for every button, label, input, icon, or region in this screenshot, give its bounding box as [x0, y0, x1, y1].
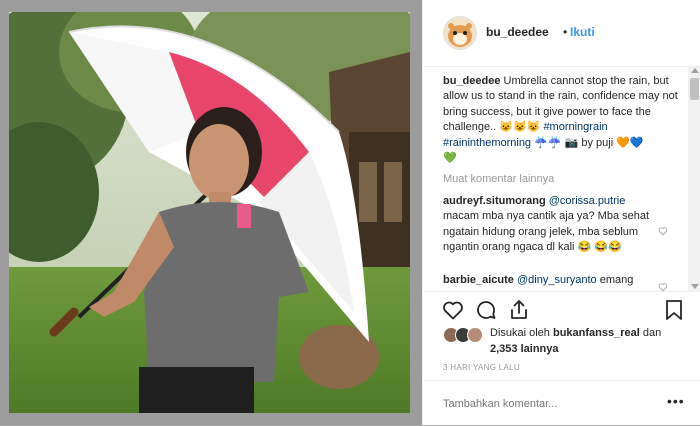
post-header: bu_deedee • Ikuti: [423, 0, 700, 67]
likes-prefix: Disukai oleh: [490, 327, 550, 339]
liker-avatars: [443, 327, 487, 343]
liker-avatar[interactable]: [467, 327, 483, 343]
comment-like-heart-icon[interactable]: [658, 282, 668, 291]
hashtag-raininthemorning[interactable]: #raininthemorning: [443, 137, 531, 149]
caption-emoji-cats: 😺😺😺: [499, 121, 541, 134]
post-timestamp[interactable]: 3 HARI YANG LALU: [443, 363, 520, 372]
header-separator: •: [563, 25, 568, 39]
caption-username[interactable]: bu_deedee: [443, 75, 500, 87]
hashtag-morningrain[interactable]: #morningrain: [543, 121, 607, 133]
comment-like-heart-icon[interactable]: [658, 226, 668, 236]
comment-mention[interactable]: @corissa.putrie: [549, 195, 626, 207]
caption-emoji-heart-orange: 🧡: [616, 136, 630, 149]
post-photo[interactable]: [9, 12, 410, 413]
scroll-thumb[interactable]: [690, 78, 699, 100]
comments-list[interactable]: bu_deedee Umbrella cannot stop the rain,…: [423, 66, 688, 291]
post-modal: bu_deedee • Ikuti bu_deedee Umbrella can…: [0, 0, 700, 425]
caption-by-text: by puji: [581, 136, 614, 149]
load-more-comments-button[interactable]: Muat komentar lainnya: [443, 173, 554, 185]
scroll-down-arrow-icon[interactable]: [691, 284, 699, 289]
caption-emoji-heart-green: 💚: [443, 152, 457, 165]
comment-emoji: 😂: [577, 241, 592, 254]
share-icon[interactable]: [507, 298, 531, 322]
likes-and: dan: [642, 327, 662, 339]
hamster-avatar-icon: [444, 17, 476, 49]
comment-emoji-extra: 😂😂: [594, 241, 622, 254]
add-comment-input[interactable]: [443, 398, 643, 410]
caption-emoji-umbrella: ☔☔ 📷: [534, 136, 579, 149]
comments-scrollbar[interactable]: [688, 66, 700, 291]
add-comment-bar: •••: [423, 380, 700, 426]
comment-username[interactable]: audreyf.situmorang: [443, 195, 546, 207]
caption-emoji-heart-blue: 💙: [629, 136, 644, 149]
more-options-button[interactable]: •••: [667, 393, 685, 409]
photo-frame: [0, 0, 422, 425]
likes-user[interactable]: bukanfanss_real: [553, 327, 640, 339]
post-caption: bu_deedee Umbrella cannot stop the rain,…: [443, 74, 678, 166]
likes-suffix[interactable]: lainnya: [521, 343, 559, 355]
author-username[interactable]: bu_deedee: [486, 25, 549, 39]
follow-button[interactable]: Ikuti: [570, 25, 595, 39]
comment-mention[interactable]: @diny_suryanto: [517, 274, 597, 286]
likes-count[interactable]: 2,353: [490, 343, 518, 355]
scroll-up-arrow-icon[interactable]: [691, 68, 699, 73]
author-avatar[interactable]: [443, 16, 477, 50]
heart-icon[interactable]: [441, 298, 465, 322]
photo-illustration: [9, 12, 410, 413]
likes-text: Disukai oleh bukanfanss_real dan 2,353 l…: [490, 325, 690, 357]
comment-item: audreyf.situmorang @corissa.putrie macam…: [443, 194, 658, 256]
comment-icon[interactable]: [474, 298, 498, 322]
comment-username[interactable]: barbie_aicute: [443, 274, 514, 286]
comment-item: barbie_aicute @diny_suryanto emang: [443, 273, 658, 288]
bookmark-icon[interactable]: [663, 298, 685, 322]
comment-text: emang: [599, 274, 634, 286]
post-side-panel: bu_deedee • Ikuti bu_deedee Umbrella can…: [422, 0, 700, 425]
action-bar: [423, 291, 700, 328]
